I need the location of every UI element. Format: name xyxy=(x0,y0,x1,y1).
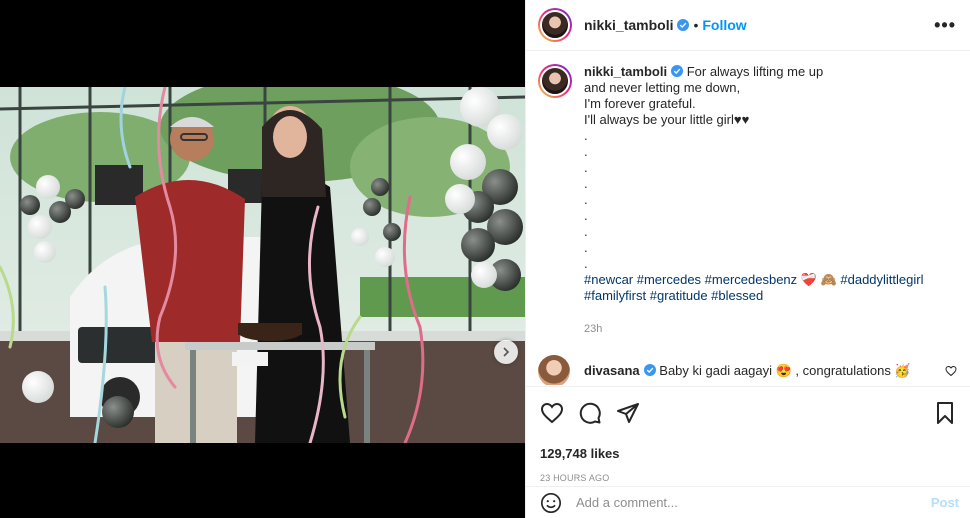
author-username[interactable]: nikki_tamboli xyxy=(584,17,673,33)
caption-dot-line: . xyxy=(584,208,588,223)
verified-badge-icon xyxy=(671,65,684,77)
header-separator: • xyxy=(693,17,699,33)
caption-dot-line: . xyxy=(584,256,588,271)
caption-dot-line: . xyxy=(584,192,588,207)
like-heart-icon[interactable] xyxy=(540,401,564,425)
post-timestamp[interactable]: 23 HOURS AGO xyxy=(540,473,957,483)
caption-text-line: I'll always be your little girl♥♥ xyxy=(584,112,750,127)
verified-badge-icon xyxy=(677,19,690,31)
comment-item: divasana Baby ki gadi aagayi 😍 , congrat… xyxy=(538,355,957,385)
post-photo[interactable] xyxy=(0,87,525,443)
post-header: nikki_tamboli • Follow ••• xyxy=(526,0,970,51)
add-comment-bar: Add a comment... Post xyxy=(526,486,970,518)
comment-text: Baby ki gadi aagayi 😍 , congratulations … xyxy=(659,363,911,378)
post-media xyxy=(0,0,525,518)
likes-count[interactable]: 129,748 likes xyxy=(540,446,957,461)
comments-section: nikki_tamboli For always lifting me up a… xyxy=(526,52,970,385)
caption-avatar[interactable] xyxy=(538,64,572,98)
post-comment-button[interactable]: Post xyxy=(931,495,959,510)
commenter-avatar[interactable] xyxy=(538,355,570,385)
caption-dot-line: . xyxy=(584,128,588,143)
caption-hashtags[interactable]: #newcar #mercedes #mercedesbenz ❤️‍🩹 🙈 #… xyxy=(584,272,957,288)
comment-bubble-icon[interactable] xyxy=(578,401,602,425)
emoji-smiley-icon[interactable] xyxy=(540,492,562,514)
save-bookmark-icon[interactable] xyxy=(933,401,957,425)
caption-dot-line: . xyxy=(584,160,588,175)
more-options-icon[interactable]: ••• xyxy=(934,15,956,36)
caption-text-line: and never letting me down, xyxy=(584,80,741,95)
caption-dot-line: . xyxy=(584,224,588,239)
like-comment-heart-icon[interactable] xyxy=(945,365,957,377)
share-paper-plane-icon[interactable] xyxy=(616,401,640,425)
commenter-username[interactable]: divasana xyxy=(584,363,640,378)
caption-username[interactable]: nikki_tamboli xyxy=(584,64,667,79)
verified-badge-icon xyxy=(643,364,656,376)
post-actions: 129,748 likes 23 HOURS AGO xyxy=(526,386,970,483)
post-side-panel: nikki_tamboli • Follow ••• nikki_tamboli… xyxy=(525,0,970,518)
caption-text-line: For always lifting me up xyxy=(686,64,824,79)
caption-text-line: I'm forever grateful. xyxy=(584,96,696,111)
caption-dot-line: . xyxy=(584,176,588,191)
caption-dot-line: . xyxy=(584,240,588,255)
caption-timestamp[interactable]: 23h xyxy=(584,321,957,337)
caption-hashtags[interactable]: #familyfirst #gratitude #blessed xyxy=(584,288,957,304)
post-caption: nikki_tamboli For always lifting me up a… xyxy=(538,64,957,337)
carousel-next-button[interactable] xyxy=(494,340,518,364)
follow-button[interactable]: Follow xyxy=(702,17,746,33)
caption-dot-line: . xyxy=(584,144,588,159)
add-comment-input[interactable]: Add a comment... xyxy=(576,495,678,510)
chevron-right-icon xyxy=(503,347,510,357)
author-avatar[interactable] xyxy=(538,8,572,42)
